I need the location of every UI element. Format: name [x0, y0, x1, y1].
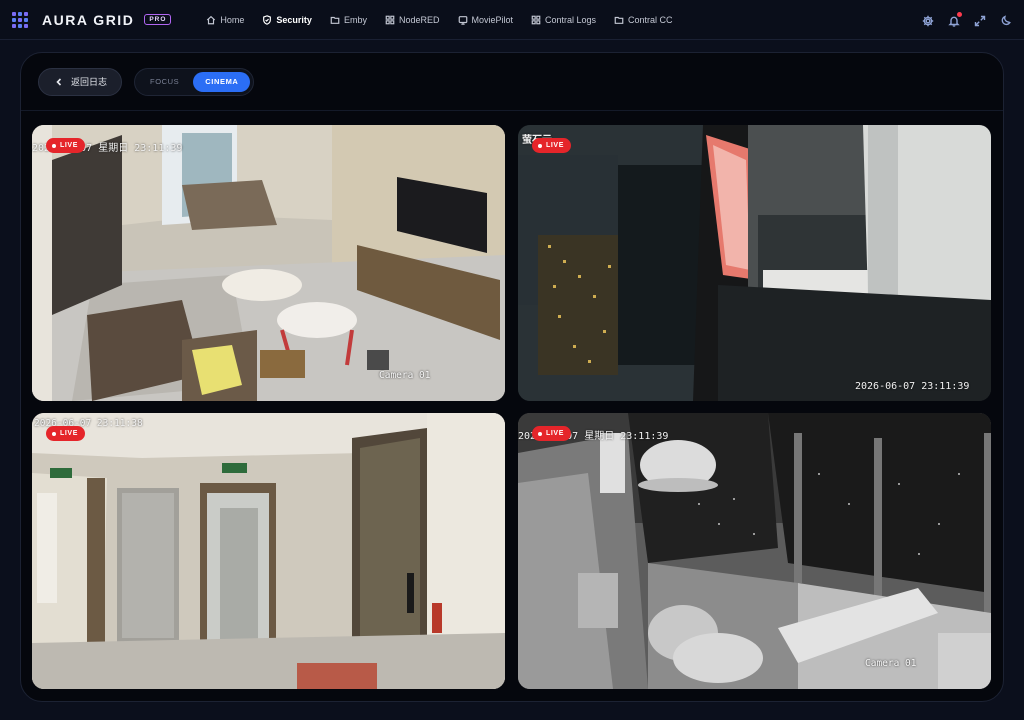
live-badge: LIVE — [46, 138, 85, 153]
camera-feed-window — [518, 125, 991, 401]
live-dot-icon — [52, 431, 56, 436]
live-label: LIVE — [546, 142, 564, 149]
camera-tile-hallway[interactable]: 2026-06-07 23:11:38 LIVE — [32, 413, 505, 689]
live-dot-icon — [52, 143, 56, 148]
back-to-log-button[interactable]: 返回日志 — [38, 67, 123, 96]
live-dot-icon — [538, 431, 542, 436]
nav-item-emby[interactable]: Emby — [321, 0, 376, 40]
mode-cinema-button[interactable]: CINEMA — [193, 71, 251, 92]
brand-name: AURA GRID — [42, 11, 135, 28]
back-button-label: 返回日志 — [71, 77, 108, 87]
notification-dot — [957, 12, 962, 17]
nav-item-contral-cc[interactable]: Contral CC — [605, 0, 682, 40]
mode-focus-button[interactable]: FOCUS — [138, 72, 191, 92]
nav-item-label: Home — [220, 14, 245, 25]
camera-osd-datetime: 2026-06-07 23:11:39 — [855, 381, 970, 392]
live-dot-icon — [538, 143, 542, 148]
nav-item-moviepilot[interactable]: MoviePilot — [449, 0, 523, 40]
settings-button[interactable] — [922, 14, 934, 27]
moon-icon — [1001, 15, 1011, 26]
nav-item-contral-logs[interactable]: Contral Logs — [522, 0, 605, 40]
live-label: LIVE — [546, 430, 564, 437]
logo-grid-icon — [12, 11, 28, 28]
nav-item-label: Emby — [343, 14, 367, 25]
main-nav: Home Security Emby NodeRED MoviePilot Co… — [197, 0, 681, 40]
nav-item-home[interactable]: Home — [197, 0, 253, 40]
pro-badge: PRO — [144, 14, 172, 25]
nav-item-label: MoviePilot — [471, 14, 514, 25]
live-label: LIVE — [60, 142, 78, 149]
tv-icon — [458, 15, 467, 25]
camera-tile-balcony[interactable]: 2026-06-07 星期日 23:11:39 Camera 01 LIVE — [518, 413, 991, 689]
folder-icon — [330, 16, 340, 24]
grid-icon — [385, 15, 395, 24]
nav-item-label: Security — [276, 14, 312, 25]
nav-item-label: NodeRED — [398, 14, 440, 25]
live-badge: LIVE — [532, 138, 571, 153]
nav-item-security[interactable]: Security — [253, 0, 321, 40]
folder-icon — [614, 16, 624, 24]
home-icon — [207, 15, 216, 24]
camera-feed-living-room — [32, 125, 505, 401]
shield-icon — [263, 14, 272, 25]
view-mode-toggle: FOCUS CINEMA — [134, 67, 255, 96]
expand-icon — [974, 15, 986, 27]
gear-icon — [922, 15, 934, 27]
camera-tile-window[interactable]: 萤石云 2026-06-07 23:11:39 LIVE — [518, 125, 991, 401]
grid-icon — [531, 15, 541, 24]
nav-item-nodered[interactable]: NodeRED — [376, 0, 449, 40]
live-badge: LIVE — [532, 426, 571, 441]
camera-osd-name: Camera 01 — [379, 370, 431, 381]
nav-item-label: Contral CC — [628, 14, 673, 25]
top-actions — [922, 0, 1012, 40]
top-nav-bar: AURA GRID PRO Home Security Emby NodeRED… — [0, 0, 1024, 40]
camera-feed-balcony — [518, 413, 991, 689]
nav-item-label: Contral Logs — [545, 14, 597, 25]
camera-tile-living-room[interactable]: 2026-06-07 星期日 23:11:39 Camera 01 LIVE — [32, 125, 505, 401]
notifications-button[interactable] — [948, 12, 962, 27]
fullscreen-button[interactable] — [974, 14, 986, 27]
camera-osd-name: Camera 01 — [865, 658, 917, 669]
live-badge: LIVE — [46, 426, 85, 441]
logo[interactable]: AURA GRID PRO — [12, 11, 172, 28]
chevron-left-icon — [56, 77, 62, 86]
panel-header: 返回日志 FOCUS CINEMA — [21, 53, 1003, 111]
live-label: LIVE — [60, 430, 78, 437]
camera-feed-hallway — [32, 413, 505, 689]
theme-toggle-button[interactable] — [1000, 14, 1012, 26]
